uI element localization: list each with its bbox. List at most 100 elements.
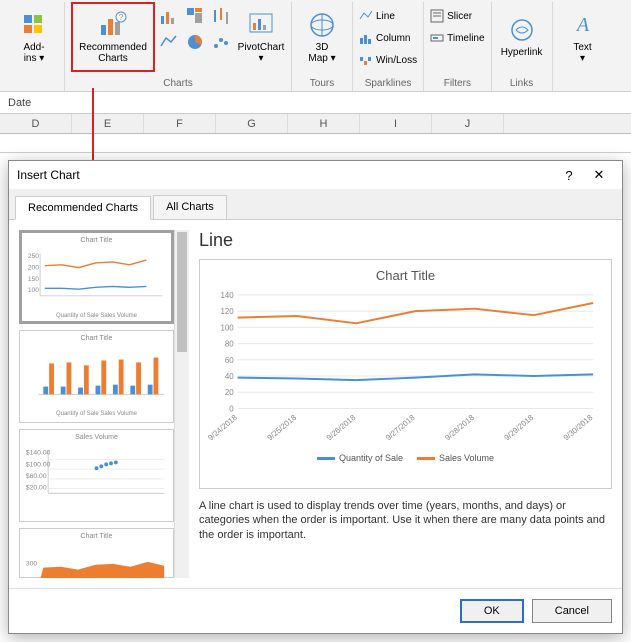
svg-text:$100.00: $100.00 (26, 461, 51, 468)
dialog-footer: OK Cancel (9, 588, 622, 633)
svg-text:9/29/2018: 9/29/2018 (502, 413, 535, 443)
svg-text:$60.00: $60.00 (26, 473, 47, 480)
svg-text:9/27/2018: 9/27/2018 (384, 413, 417, 443)
sparkline-column-icon (359, 31, 373, 45)
col-header[interactable]: D (0, 114, 72, 133)
svg-text:100: 100 (221, 323, 235, 332)
svg-text:9/28/2018: 9/28/2018 (443, 413, 476, 443)
dialog-tabs: Recommended Charts All Charts (9, 189, 622, 220)
svg-text:150: 150 (28, 276, 39, 283)
recommended-charts-icon: ? (99, 11, 127, 39)
addins-button[interactable]: Add- ins ▾ (10, 2, 58, 72)
chart-description: A line chart is used to display trends o… (199, 499, 612, 542)
formula-bar[interactable]: Date (0, 92, 631, 114)
callout-arrow (92, 88, 94, 170)
preview-chart[interactable]: Chart Title 0 20 40 60 80 100 120 140 9/24/2018 9… (199, 259, 612, 489)
timeline-icon (430, 31, 444, 45)
col-header[interactable]: J (432, 114, 504, 133)
svg-text:20: 20 (225, 388, 234, 397)
ribbon: Add- ins ▾ ? Recommended Charts PivotCha… (0, 0, 631, 92)
chart-preview: Line Chart Title 0 20 40 60 80 100 120 140 9/24/… (199, 230, 612, 578)
col-header[interactable]: F (144, 114, 216, 133)
group-filters: Slicer Timeline Filters (424, 2, 491, 91)
col-header[interactable]: E (72, 114, 144, 133)
stock-chart-icon[interactable] (211, 6, 231, 26)
dialog-title: Insert Chart (17, 168, 554, 182)
svg-text:60: 60 (225, 356, 234, 365)
chart-title: Chart Title (208, 268, 603, 283)
addins-icon (20, 11, 48, 39)
hierarchy-chart-icon[interactable] (185, 6, 205, 26)
sparkline-winloss-icon (359, 53, 373, 67)
svg-text:9/30/2018: 9/30/2018 (562, 413, 595, 443)
svg-text:$20.00: $20.00 (26, 484, 47, 491)
sparkline-column-button[interactable]: Column (359, 28, 417, 48)
slicer-button[interactable]: Slicer (430, 6, 484, 26)
bar-chart-icon[interactable] (159, 6, 179, 26)
text-button[interactable]: A Text ▾ (559, 2, 607, 72)
pivotchart-button[interactable]: PivotChart ▾ (237, 2, 285, 72)
chart-thumbnails: Chart Title 250200150100 Quantity of Sal… (19, 230, 174, 578)
help-button[interactable]: ? (554, 168, 584, 183)
svg-text:9/25/2018: 9/25/2018 (265, 413, 298, 443)
tab-recommended[interactable]: Recommended Charts (15, 196, 151, 220)
line-chart-icon[interactable] (159, 32, 179, 52)
thumbs-scrollbar[interactable] (174, 230, 189, 578)
group-tours: 3D Map ▾ Tours (292, 2, 353, 91)
group-addins: Add- ins ▾ (4, 2, 65, 91)
sparkline-line-button[interactable]: Line (359, 6, 417, 26)
worksheet-area: Date DEFGHIJ (0, 92, 631, 153)
group-label: Sparklines (365, 76, 412, 91)
hyperlink-button[interactable]: Hyperlink (498, 2, 546, 72)
col-header[interactable]: G (216, 114, 288, 133)
thumb-clustered-column[interactable]: Chart Title Quantity of Sale Sales Volum… (19, 330, 174, 423)
group-text: A Text ▾ (553, 2, 613, 91)
svg-text:80: 80 (225, 340, 234, 349)
svg-text:250: 250 (28, 253, 39, 260)
svg-text:120: 120 (221, 307, 235, 316)
sparkline-winloss-button[interactable]: Win/Loss (359, 50, 417, 70)
group-label: Links (510, 76, 533, 91)
svg-text:9/24/2018: 9/24/2018 (208, 413, 239, 443)
svg-text:$140.00: $140.00 (26, 450, 51, 457)
group-label: Charts (163, 76, 192, 91)
svg-text:140: 140 (221, 291, 235, 300)
pie-chart-icon[interactable] (185, 32, 205, 52)
preview-heading: Line (199, 230, 612, 251)
3d-map-button[interactable]: 3D Map ▾ (298, 2, 346, 72)
chart-legend: Quantity of Sale Sales Volume (208, 453, 603, 463)
chart-type-grid (159, 2, 233, 54)
thumb-line-chart[interactable]: Chart Title 250200150100 Quantity of Sal… (19, 230, 174, 324)
column-headers: DEFGHIJ (0, 114, 631, 134)
ok-button[interactable]: OK (460, 599, 524, 623)
close-button[interactable]: ✕ (584, 167, 614, 183)
hyperlink-icon (508, 16, 536, 44)
thumb-area[interactable]: Chart Title 3000 (19, 528, 174, 578)
svg-text:0: 0 (229, 404, 234, 413)
col-header[interactable]: H (288, 114, 360, 133)
group-label: Filters (444, 76, 471, 91)
cancel-button[interactable]: Cancel (532, 599, 612, 623)
insert-chart-dialog: Insert Chart ? ✕ Recommended Charts All … (8, 160, 623, 634)
group-sparklines: Line Column Win/Loss Sparklines (353, 2, 424, 91)
text-icon: A (569, 11, 597, 39)
group-label: Tours (310, 76, 334, 91)
pivotchart-icon (247, 11, 275, 39)
recommended-charts-button[interactable]: ? Recommended Charts (71, 2, 155, 72)
svg-text:300: 300 (26, 561, 38, 568)
dialog-titlebar: Insert Chart ? ✕ (9, 161, 622, 189)
group-links: Hyperlink Links (492, 2, 553, 91)
svg-text:200: 200 (28, 264, 39, 271)
scatter-chart-icon[interactable] (211, 32, 231, 52)
svg-text:?: ? (119, 13, 124, 22)
timeline-button[interactable]: Timeline (430, 28, 484, 48)
svg-text:A: A (574, 14, 589, 36)
col-header[interactable]: I (360, 114, 432, 133)
svg-text:9/26/2018: 9/26/2018 (325, 413, 358, 443)
thumb-scatter[interactable]: Sales Volume $140.00$100.00$60.00$20.00 (19, 429, 174, 522)
slicer-icon (430, 9, 444, 23)
tab-all-charts[interactable]: All Charts (153, 195, 227, 219)
sparkline-line-icon (359, 9, 373, 23)
svg-text:100: 100 (28, 287, 39, 294)
svg-text:40: 40 (225, 372, 234, 381)
